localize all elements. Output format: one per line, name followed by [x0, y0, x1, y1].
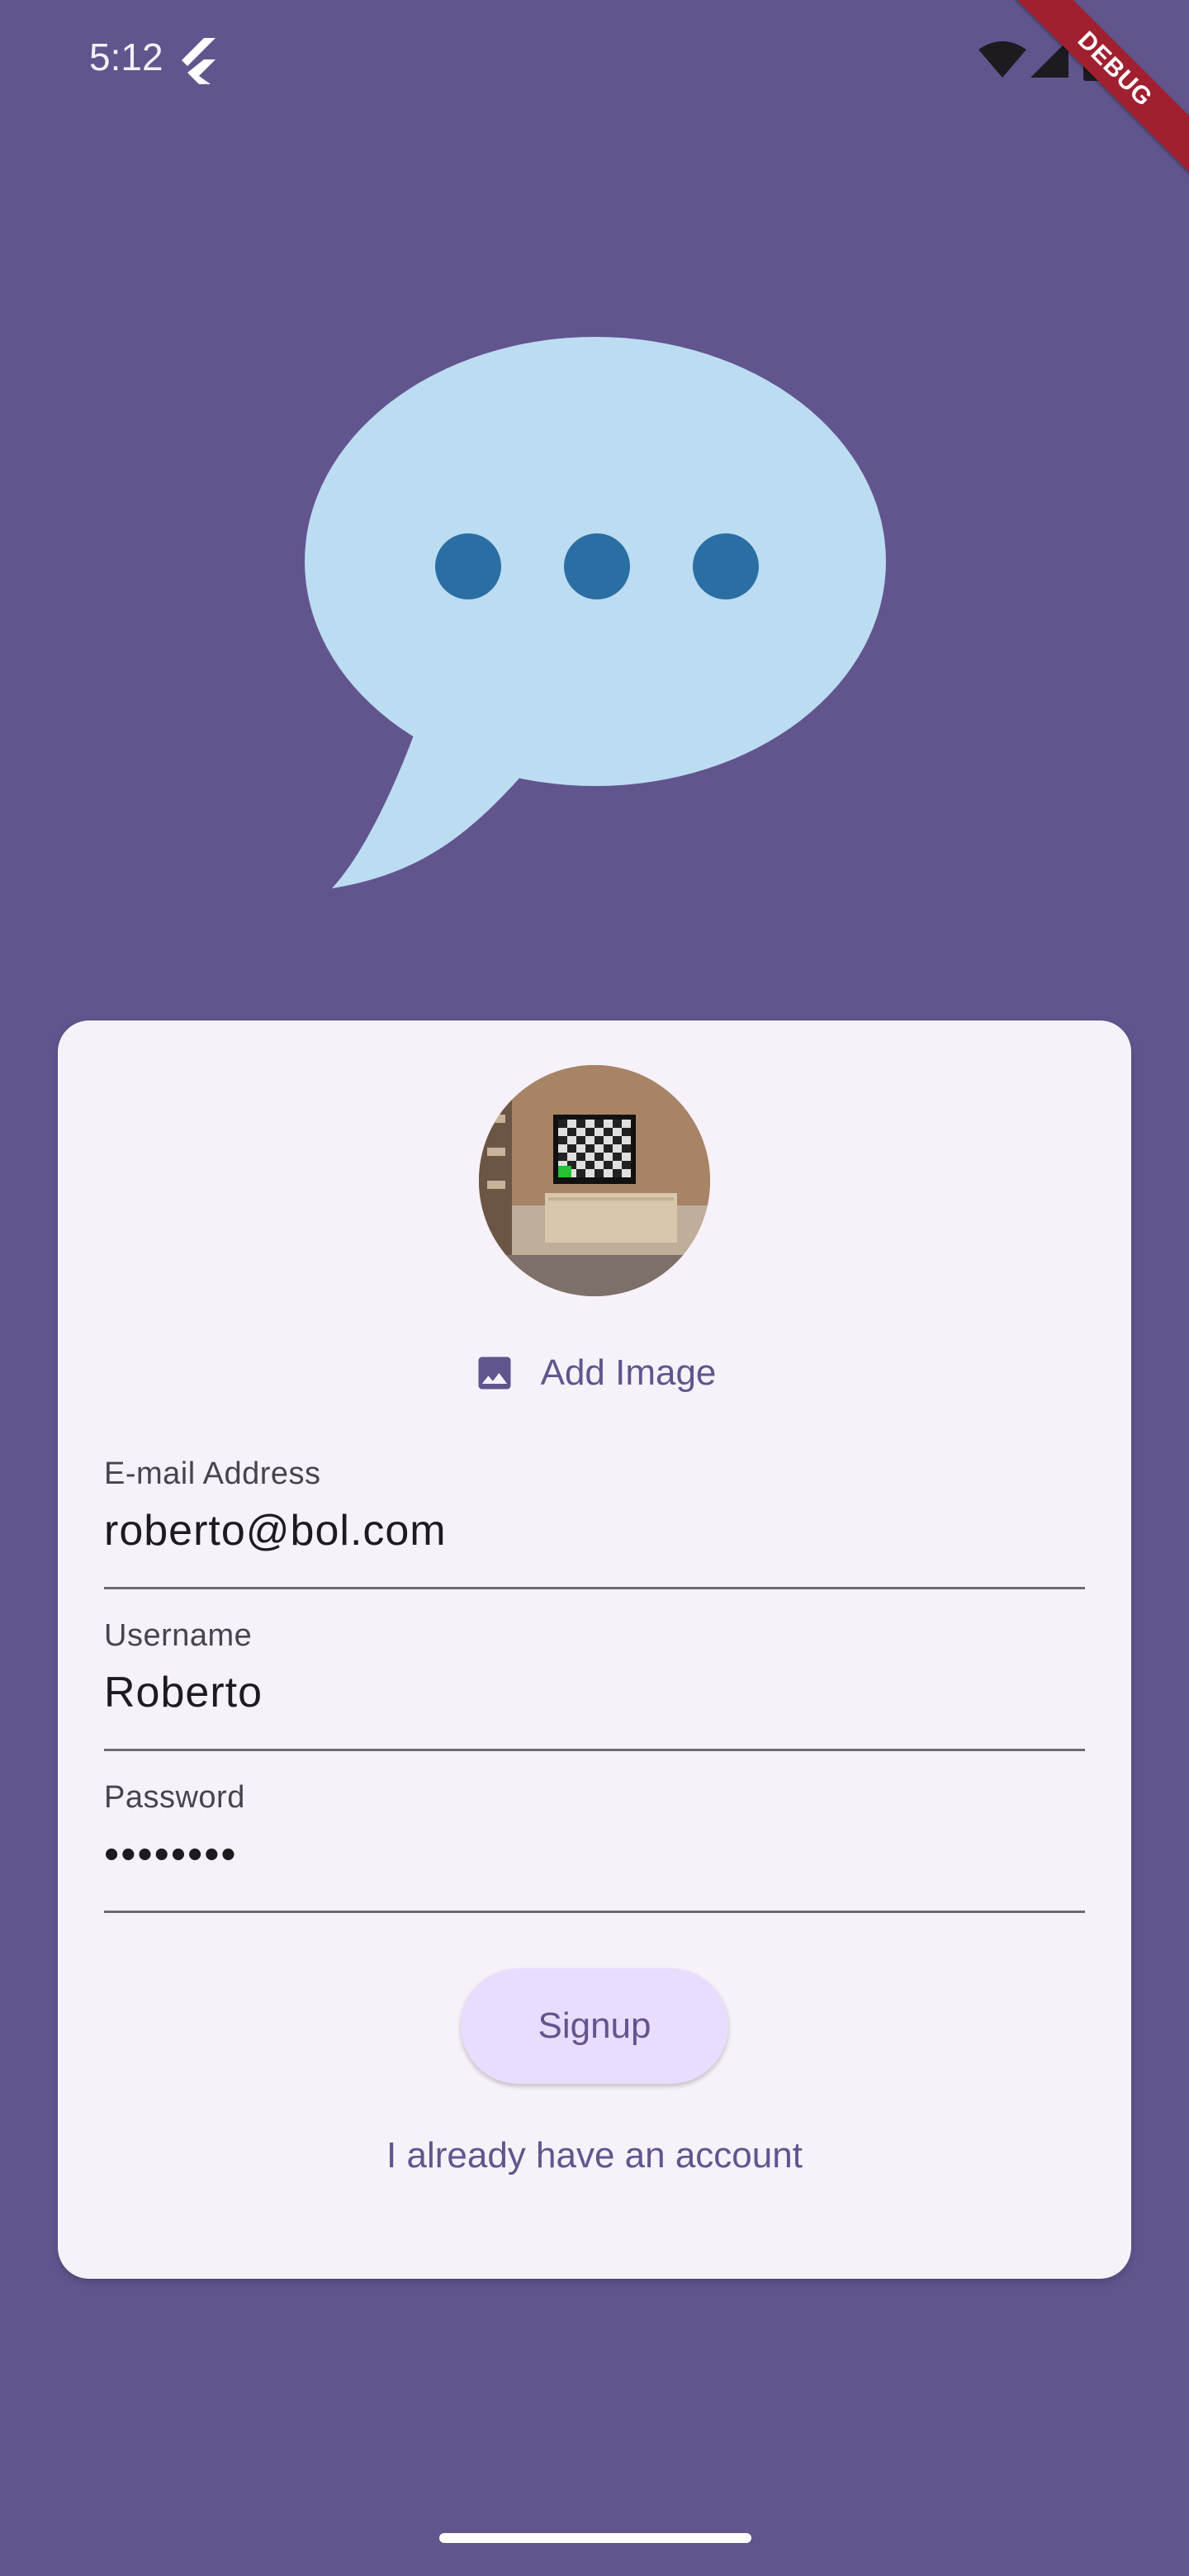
flutter-icon: [182, 38, 216, 84]
status-time: 5:12: [89, 36, 163, 78]
debug-banner: DEBUG: [1007, 0, 1189, 178]
home-indicator[interactable]: [439, 2533, 751, 2543]
dot-3: [693, 533, 759, 599]
username-label: Username: [104, 1618, 253, 1653]
email-field[interactable]: E-mail Address: [104, 1438, 1085, 1589]
password-label: Password: [104, 1780, 245, 1815]
signup-card: Add Image E-mail Address Username Passwo…: [58, 1020, 1131, 2279]
dot-2: [564, 533, 630, 599]
status-bar: 5:12 DEBUG: [0, 0, 1189, 178]
dot-1: [435, 533, 501, 599]
avatar-image: [479, 1065, 710, 1296]
wifi-icon: [978, 41, 1026, 78]
password-field[interactable]: Password: [104, 1762, 1085, 1913]
username-input[interactable]: [104, 1660, 1085, 1726]
email-label: E-mail Address: [104, 1456, 321, 1491]
already-have-account-link[interactable]: I already have an account: [58, 2135, 1131, 2176]
username-field[interactable]: Username: [104, 1600, 1085, 1751]
email-input[interactable]: [104, 1498, 1085, 1564]
add-image-button[interactable]: Add Image: [448, 1338, 741, 1409]
password-input[interactable]: [104, 1821, 1085, 1887]
image-icon: [478, 1357, 511, 1390]
chat-bubble-icon: [305, 337, 886, 888]
add-image-label: Add Image: [540, 1352, 717, 1393]
signup-button[interactable]: Signup: [461, 1968, 728, 2084]
